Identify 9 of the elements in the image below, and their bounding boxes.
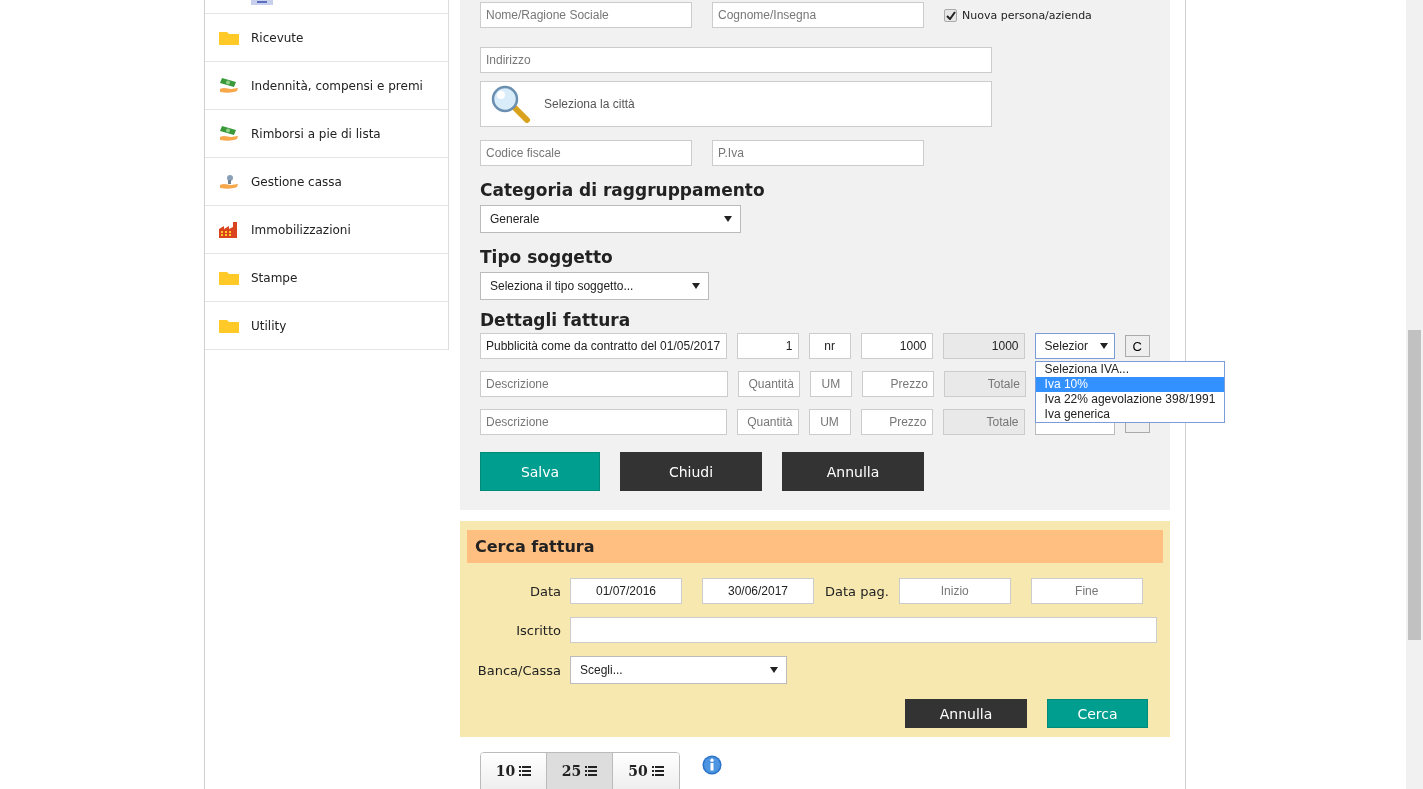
panel-header: Cerca fattura [467,530,1163,563]
field-label: Iscritto [515,622,561,638]
section-heading: Dettagli fattura [480,310,632,330]
section-heading: Tipo soggetto [480,247,614,267]
checkbox-label: Nuova persona/azienda [962,8,1092,22]
section-heading: Categoria di raggruppamento [480,180,766,200]
field-label: Data [528,583,561,599]
field-label: Banca/Cassa [476,662,561,678]
field-label: Data pag. [825,583,889,599]
